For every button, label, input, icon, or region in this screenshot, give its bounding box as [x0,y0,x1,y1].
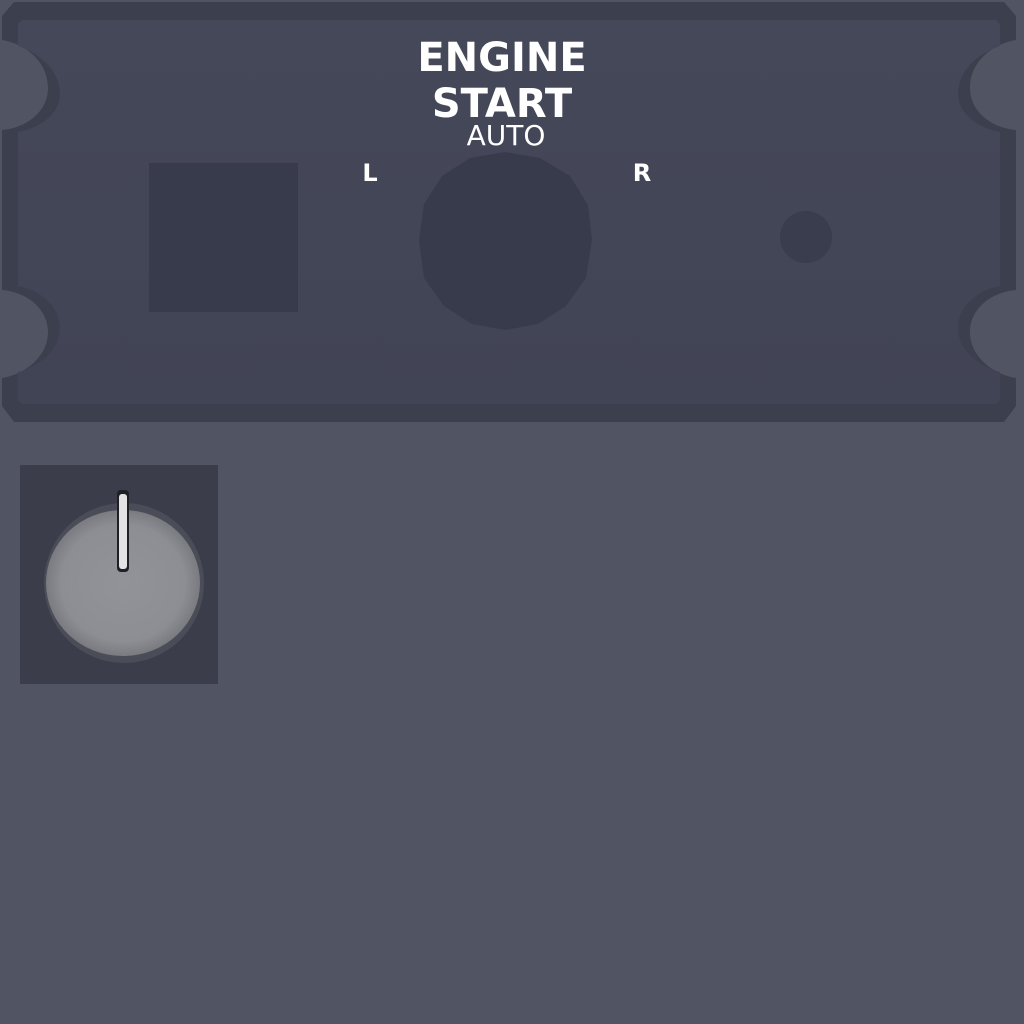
engine-start-selector-icon[interactable] [419,152,592,330]
rotary-knob-panel [20,465,218,684]
left-engine-label: L [362,159,378,187]
panel-subtitle: AUTO [466,119,546,152]
right-engine-label: R [632,159,652,187]
panel-title-line-1: ENGINE [417,35,587,81]
cockpit-screen: ENGINE START AUTO L R [0,0,1024,1024]
rotary-knob-icon[interactable] [20,465,218,684]
square-recess [149,163,298,312]
engine-start-panel: ENGINE START AUTO L R [0,0,1024,424]
indicator-light-icon [780,211,832,263]
panel-title-line-2: START [431,81,573,127]
